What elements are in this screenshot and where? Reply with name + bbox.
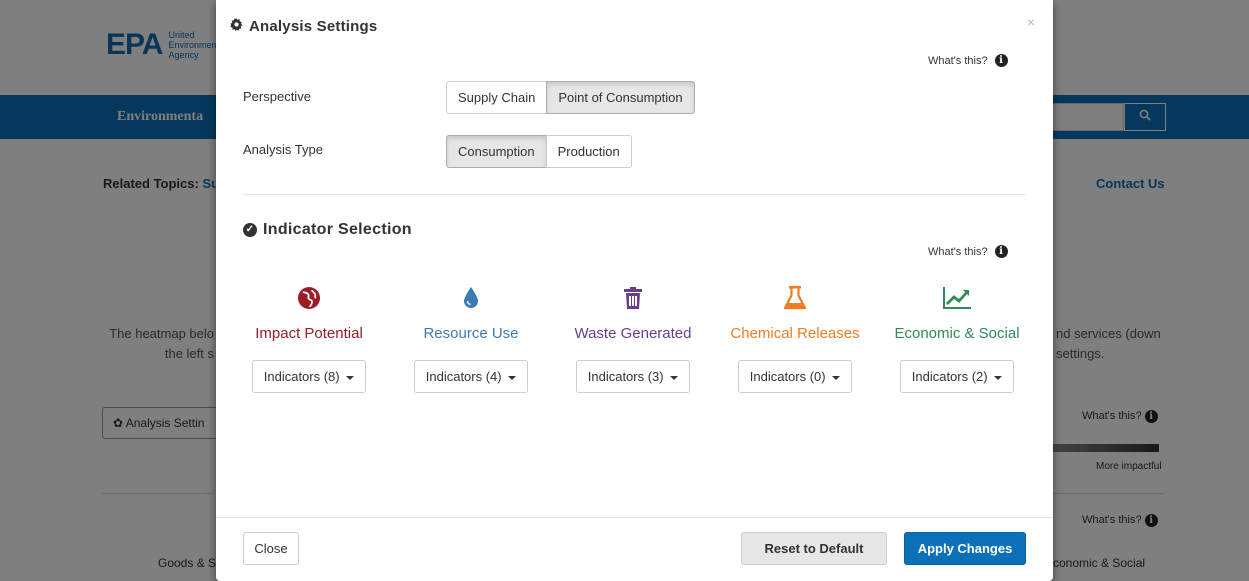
- modal-title: Analysis Settings: [230, 18, 377, 35]
- trash-icon: [553, 283, 713, 313]
- whats-this-analysis[interactable]: What's this? i: [928, 54, 1008, 67]
- indicator-chemical-releases: Chemical Releases Indicators (0): [715, 283, 875, 393]
- reset-to-default-button[interactable]: Reset to Default: [741, 532, 887, 565]
- indicator-label: Waste Generated: [574, 325, 692, 342]
- indicator-label: Economic & Social: [894, 325, 1020, 342]
- perspective-supply-chain[interactable]: Supply Chain: [446, 81, 548, 114]
- caret-down-icon: [832, 375, 841, 380]
- perspective-label: Perspective: [243, 89, 311, 104]
- indicator-impact-potential: Impact Potential Indicators (8): [229, 283, 389, 393]
- close-icon[interactable]: ×: [1027, 14, 1035, 30]
- indicators-dropdown[interactable]: Indicators (0): [737, 360, 853, 393]
- indicator-label: Resource Use: [423, 325, 519, 342]
- indicator-selection-title: ✓ Indicator Selection: [243, 221, 412, 239]
- line-chart-icon: [877, 283, 1037, 313]
- modal-title-text: Analysis Settings: [249, 18, 378, 35]
- close-button[interactable]: Close: [243, 532, 299, 565]
- apply-changes-button[interactable]: Apply Changes: [904, 532, 1026, 565]
- perspective-point-of-consumption[interactable]: Point of Consumption: [546, 81, 695, 114]
- globe-icon: [229, 283, 389, 313]
- indicator-label: Chemical Releases: [730, 325, 860, 342]
- check-circle-icon: ✓: [243, 223, 257, 237]
- indicators-dropdown[interactable]: Indicators (8): [251, 360, 367, 393]
- droplet-icon: [391, 283, 551, 313]
- analysis-type-production[interactable]: Production: [545, 135, 632, 168]
- analysis-type-label: Analysis Type: [243, 142, 323, 157]
- caret-down-icon: [346, 375, 355, 380]
- info-icon: i: [994, 54, 1008, 67]
- flask-icon: [715, 283, 875, 313]
- indicator-economic-social: Economic & Social Indicators (2): [877, 283, 1037, 393]
- indicators-dropdown[interactable]: Indicators (3): [575, 360, 691, 393]
- analysis-type-toggle: Consumption Production: [446, 135, 632, 168]
- caret-down-icon: [508, 375, 517, 380]
- caret-down-icon: [994, 375, 1003, 380]
- modal-footer-divider: [216, 517, 1053, 518]
- analysis-settings-modal: Analysis Settings × What's this? i Persp…: [216, 0, 1053, 581]
- indicators-dropdown[interactable]: Indicators (4): [413, 360, 529, 393]
- indicator-label: Impact Potential: [255, 325, 363, 342]
- divider: [243, 194, 1025, 195]
- gear-icon: [230, 18, 243, 35]
- info-icon: i: [994, 245, 1008, 258]
- indicator-resource-use: Resource Use Indicators (4): [391, 283, 551, 393]
- indicator-waste-generated: Waste Generated Indicators (3): [553, 283, 713, 393]
- analysis-type-consumption[interactable]: Consumption: [446, 135, 547, 168]
- caret-down-icon: [670, 375, 679, 380]
- indicators-dropdown[interactable]: Indicators (2): [899, 360, 1015, 393]
- whats-this-indicators[interactable]: What's this? i: [928, 245, 1008, 258]
- perspective-toggle: Supply Chain Point of Consumption: [446, 81, 695, 114]
